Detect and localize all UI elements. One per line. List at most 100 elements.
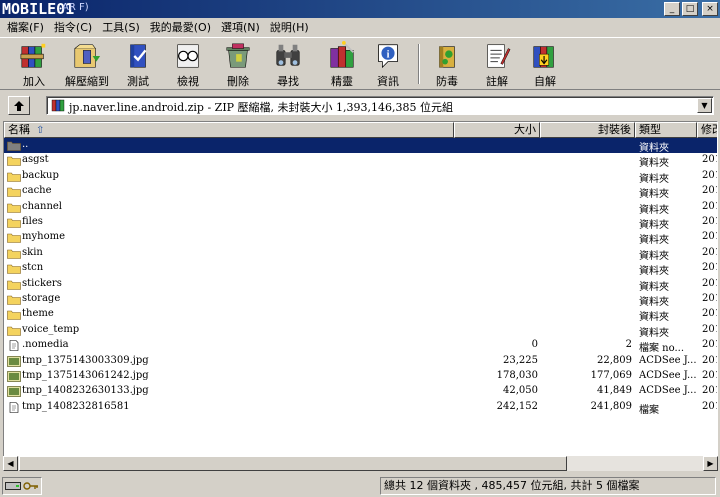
comment-button[interactable]: 註解	[472, 39, 522, 89]
file-size: 0	[531, 339, 538, 351]
archive-path-text: jp.naver.line.android.zip - ZIP 壓縮檔, 未封裝…	[69, 101, 454, 114]
close-button[interactable]: ×	[702, 2, 718, 16]
file-type: ACDSee J...	[639, 385, 697, 397]
chevron-down-icon[interactable]: ▼	[697, 98, 712, 113]
sort-ascending-icon: ⇧	[36, 125, 45, 136]
folder-icon	[7, 264, 21, 274]
file-name: backup	[22, 169, 59, 181]
list-item[interactable]: asgst 資料夾 201	[4, 153, 717, 169]
wizard-icon	[330, 41, 354, 68]
up-folder-button[interactable]	[8, 96, 30, 115]
extract-to-label: 解壓縮到	[65, 75, 109, 88]
list-item[interactable]: channel 資料夾 201	[4, 200, 717, 216]
toolbar: 加入 解壓縮到 測試 檢視 刪除 尋找 精靈 i 資訊 防毒 註解 自解	[0, 37, 720, 90]
file-type: 資料夾	[639, 220, 669, 231]
image-file-icon	[7, 371, 21, 382]
file-modified: 201	[702, 308, 717, 320]
folder-icon	[7, 295, 21, 305]
file-list[interactable]: 名稱 ⇧ 大小 封裝後 類型 修改 .. 資料夾 asgst 資料夾 201 backup 資…	[3, 121, 718, 471]
folder-icon	[7, 311, 21, 321]
test-button[interactable]: 測試	[113, 39, 163, 89]
file-name: myhome	[22, 231, 65, 243]
file-packed-size: 2	[625, 339, 632, 351]
file-packed-size: 241,809	[590, 400, 632, 412]
virus-scan-button[interactable]: 防毒	[422, 39, 472, 89]
list-item[interactable]: files 資料夾 201	[4, 215, 717, 231]
file-name: tmp_1408232816581	[22, 400, 130, 412]
menu-tools[interactable]: 工具(S)	[97, 19, 145, 35]
file-name: voice_temp	[22, 323, 80, 335]
list-item[interactable]: .nomedia 0 2 檔案 no... 201	[4, 338, 717, 354]
menu-commands[interactable]: 指令(C)	[49, 19, 97, 35]
file-size: 178,030	[496, 370, 538, 381]
list-item[interactable]: storage 資料夾 201	[4, 292, 717, 308]
folder-icon	[7, 280, 21, 290]
list-item[interactable]: theme 資料夾 201	[4, 307, 717, 324]
view-button[interactable]: 檢視	[163, 39, 213, 89]
info-label: 資訊	[377, 75, 399, 88]
list-item[interactable]: .. 資料夾	[4, 138, 717, 154]
title-bar[interactable]: MOBILE01 AR F) _ □ ×	[0, 0, 720, 18]
menu-help[interactable]: 說明(H)	[265, 19, 314, 35]
horizontal-scrollbar[interactable]: ◀ ▶	[3, 456, 718, 471]
file-name: theme	[22, 308, 54, 320]
list-header: 名稱 ⇧ 大小 封裝後 類型 修改	[4, 122, 717, 138]
comment-icon	[487, 44, 511, 68]
find-button[interactable]: 尋找	[263, 39, 313, 89]
sfx-button[interactable]: 自解	[520, 39, 570, 89]
extract-to-button[interactable]: 解壓縮到	[60, 39, 114, 89]
file-name: tmp_1375143061242.jpg	[22, 370, 149, 381]
status-bar: 總共 12 個資料夾 , 485,457 位元組, 共計 5 個檔案	[0, 475, 720, 497]
file-size: 23,225	[503, 354, 538, 366]
file-packed-size: 22,809	[597, 354, 632, 366]
add-books-icon	[20, 43, 46, 68]
list-item[interactable]: myhome 資料夾 201	[4, 230, 717, 246]
wizard-button[interactable]: 精靈	[317, 39, 367, 89]
file-type: 資料夾	[639, 312, 669, 324]
list-item[interactable]: stickers 資料夾 201	[4, 277, 717, 293]
delete-button[interactable]: 刪除	[213, 39, 263, 89]
file-modified: 201	[702, 370, 717, 381]
info-button[interactable]: i 資訊	[363, 39, 413, 89]
column-header-size[interactable]: 大小	[454, 122, 540, 138]
column-name-label: 名稱	[8, 123, 30, 136]
list-item[interactable]: tmp_1408232816581 242,152 241,809 檔案 201	[4, 400, 717, 416]
menu-file[interactable]: 檔案(F)	[2, 19, 49, 35]
list-item[interactable]: voice_temp 資料夾 201	[4, 323, 717, 339]
comment-label: 註解	[486, 75, 508, 88]
file-modified: 201	[702, 385, 717, 397]
test-icon	[130, 44, 147, 68]
column-header-modified[interactable]: 修改	[697, 122, 717, 138]
column-header-name[interactable]: 名稱 ⇧	[4, 122, 454, 138]
scroll-thumb[interactable]	[19, 456, 567, 471]
menu-options[interactable]: 選項(N)	[216, 19, 265, 35]
maximize-button[interactable]: □	[682, 2, 698, 16]
list-item[interactable]: cache 資料夾 201	[4, 184, 717, 200]
file-type: 資料夾	[639, 266, 669, 278]
column-header-type[interactable]: 類型	[635, 122, 697, 138]
virus-scan-icon	[439, 46, 455, 68]
scroll-left-button[interactable]: ◀	[3, 456, 18, 471]
file-modified: 201	[702, 293, 717, 304]
file-name: stickers	[22, 277, 62, 289]
file-type: 資料夾	[639, 250, 669, 262]
file-type: 資料夾	[639, 327, 669, 339]
file-modified: 201	[702, 354, 717, 366]
file-modified: 201	[702, 400, 717, 412]
archive-path-combo[interactable]: jp.naver.line.android.zip - ZIP 壓縮檔, 未封裝…	[46, 96, 714, 115]
list-item[interactable]: tmp_1375143061242.jpg 178,030 177,069 ACDSe…	[4, 369, 717, 384]
add-button[interactable]: 加入	[9, 39, 59, 89]
minimize-button[interactable]: _	[664, 2, 680, 16]
list-item[interactable]: tmp_1375143003309.jpg 23,225 22,809 ACDSee …	[4, 354, 717, 369]
list-item[interactable]: backup 資料夾 201	[4, 169, 717, 185]
menu-favorites[interactable]: 我的最愛(O)	[145, 19, 216, 35]
file-name: ..	[22, 139, 29, 150]
column-header-packed[interactable]: 封裝後	[540, 122, 635, 138]
virus-scan-label: 防毒	[436, 75, 458, 88]
list-item[interactable]: tmp_1408232630133.jpg 42,050 41,849 ACDSee …	[4, 384, 717, 399]
scroll-right-button[interactable]: ▶	[703, 456, 718, 471]
list-item[interactable]: skin 資料夾 201	[4, 246, 717, 262]
list-item[interactable]: stcn 資料夾 201	[4, 261, 717, 278]
file-modified: 201	[702, 246, 717, 258]
file-type: 資料夾	[639, 204, 669, 216]
